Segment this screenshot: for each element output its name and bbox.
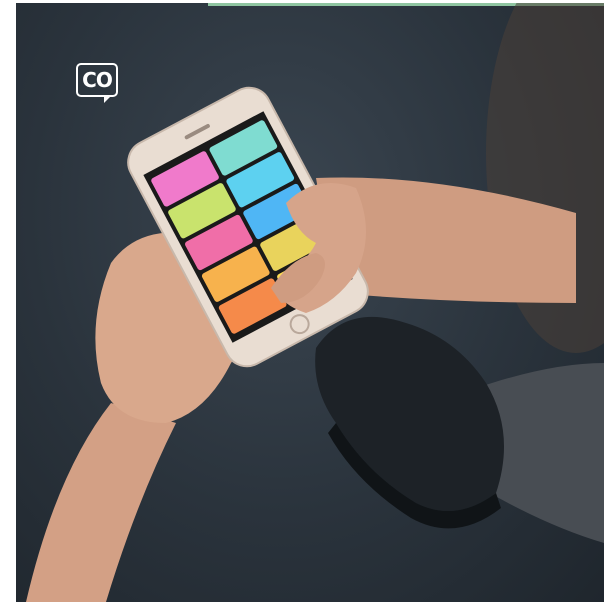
photo-background: CO — [16, 3, 604, 602]
brand-logo: CO — [76, 63, 118, 97]
left-forearm — [26, 403, 176, 602]
logo-text: CO — [82, 68, 113, 92]
speech-bubble-tail-icon — [104, 95, 112, 103]
sneaker — [315, 316, 504, 511]
